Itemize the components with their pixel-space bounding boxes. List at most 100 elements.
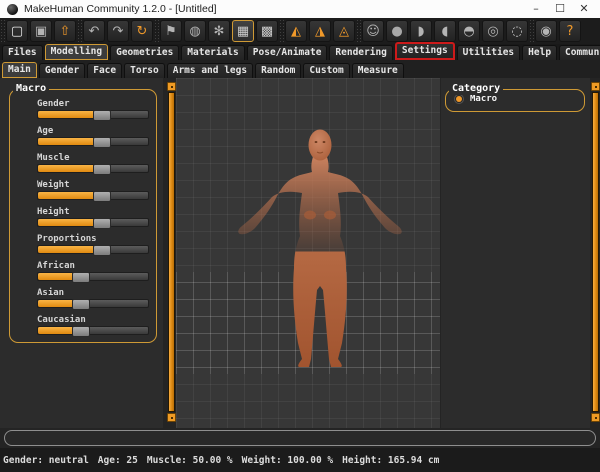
save-file-button[interactable]: ▣ xyxy=(30,20,52,42)
slider-track-height[interactable] xyxy=(37,218,149,227)
splitter-bottom-handle-icon[interactable] xyxy=(167,413,176,422)
selection-circle-icon: ◌ xyxy=(511,25,522,38)
slider-label: Height xyxy=(37,206,151,218)
splitter-top-handle-icon[interactable] xyxy=(591,82,600,91)
subtab-random[interactable]: Random xyxy=(255,63,301,78)
slider-handle[interactable] xyxy=(93,164,111,175)
tab-materials[interactable]: Materials xyxy=(181,45,244,60)
toggle-grid-button[interactable]: ▦ xyxy=(232,20,254,42)
tab-pose-animate[interactable]: Pose/Animate xyxy=(247,45,328,60)
tab-modelling[interactable]: Modelling xyxy=(45,44,108,60)
slider-handle[interactable] xyxy=(93,245,111,256)
reset-view-button[interactable]: ↻ xyxy=(131,20,153,42)
status-muscle: Muscle: 50.00 % xyxy=(147,455,233,466)
splitter-bottom-handle-icon[interactable] xyxy=(591,413,600,422)
background-button[interactable]: ▩ xyxy=(256,20,278,42)
subtab-main[interactable]: Main xyxy=(2,62,37,78)
slider-handle[interactable] xyxy=(93,137,111,148)
head-icon: ● xyxy=(391,25,402,38)
toolbar-separator xyxy=(529,19,534,43)
slider-track-caucasian[interactable] xyxy=(37,326,149,335)
radio-button-icon[interactable] xyxy=(454,94,464,104)
macro-panel: Macro GenderAgeMuscleWeightHeightProport… xyxy=(0,78,163,428)
splitter-bar[interactable] xyxy=(168,92,175,412)
view-back-button[interactable]: ● xyxy=(386,20,408,42)
tab-community[interactable]: Community xyxy=(559,45,600,60)
category-groupbox: Category Macro xyxy=(445,89,585,112)
slider-fill xyxy=(38,165,95,172)
left-panel-splitter[interactable] xyxy=(166,82,176,422)
maximize-button[interactable]: ☐ xyxy=(548,0,572,18)
document-icon: ▢ xyxy=(11,25,23,38)
tab-geometries[interactable]: Geometries xyxy=(110,45,179,60)
viewport-3d[interactable] xyxy=(176,78,440,428)
symmetry-left-icon: ◮ xyxy=(315,25,325,38)
view-both-eyes-button[interactable]: ◎ xyxy=(482,20,504,42)
human-model[interactable] xyxy=(176,78,440,428)
slider-track-african[interactable] xyxy=(37,272,149,281)
view-left-side-button[interactable]: ◖ xyxy=(434,20,456,42)
slider-track-gender[interactable] xyxy=(37,110,149,119)
slider-track-muscle[interactable] xyxy=(37,164,149,173)
slider-handle[interactable] xyxy=(72,299,90,310)
radio-selected-dot xyxy=(456,96,462,102)
splitter-bar[interactable] xyxy=(592,92,599,412)
orbit-view-button[interactable]: ◌ xyxy=(506,20,528,42)
slider-handle[interactable] xyxy=(93,191,111,202)
tab-rendering[interactable]: Rendering xyxy=(329,45,392,60)
right-panel-splitter[interactable] xyxy=(590,82,600,422)
category-panel: Category Macro xyxy=(441,78,590,428)
view-right-side-button[interactable]: ◗ xyxy=(410,20,432,42)
slider-label: Weight xyxy=(37,179,151,191)
view-front-button[interactable]: ☺ xyxy=(362,20,384,42)
symmetry-right-button[interactable]: ◭ xyxy=(285,20,307,42)
subtab-gender[interactable]: Gender xyxy=(39,63,85,78)
grab-screen-button[interactable]: ◉ xyxy=(535,20,557,42)
export-button[interactable]: ⇧ xyxy=(54,20,76,42)
symmetry-both-button[interactable]: ◬ xyxy=(333,20,355,42)
wireframe-button[interactable]: ◍ xyxy=(184,20,206,42)
redo-button[interactable]: ↷ xyxy=(107,20,129,42)
toolbar-separator xyxy=(0,19,5,43)
slider-handle[interactable] xyxy=(93,110,111,121)
smooth-shading-button[interactable]: ⚑ xyxy=(160,20,182,42)
slider-handle[interactable] xyxy=(72,326,90,337)
subtab-face[interactable]: Face xyxy=(87,63,122,78)
slider-fill xyxy=(38,300,74,307)
slider-track-weight[interactable] xyxy=(37,191,149,200)
view-top-button[interactable]: ◓ xyxy=(458,20,480,42)
minimize-button[interactable]: – xyxy=(524,0,548,18)
undo-button[interactable]: ↶ xyxy=(83,20,105,42)
splitter-top-handle-icon[interactable] xyxy=(167,82,176,91)
show-skeleton-button[interactable]: ✻ xyxy=(208,20,230,42)
symmetry-left-button[interactable]: ◮ xyxy=(309,20,331,42)
help-button[interactable]: ? xyxy=(559,20,581,42)
toolbar-separator xyxy=(279,19,284,43)
slider-muscle: Muscle xyxy=(37,152,151,173)
head-right-icon: ◗ xyxy=(418,25,425,38)
slider-fill xyxy=(38,192,95,199)
slider-track-proportions[interactable] xyxy=(37,245,149,254)
progress-bar xyxy=(4,430,596,446)
subtab-torso[interactable]: Torso xyxy=(124,63,165,78)
question-mark-icon: ? xyxy=(567,25,574,38)
toolbar-separator xyxy=(154,19,159,43)
slider-track-asian[interactable] xyxy=(37,299,149,308)
new-file-button[interactable]: ▢ xyxy=(6,20,28,42)
redo-arrow-icon: ↷ xyxy=(113,25,124,38)
slider-track-age[interactable] xyxy=(37,137,149,146)
tab-help[interactable]: Help xyxy=(522,45,557,60)
double-oval-icon: ◎ xyxy=(487,25,498,38)
slider-handle[interactable] xyxy=(72,272,90,283)
slider-handle[interactable] xyxy=(93,218,111,229)
tab-settings[interactable]: Settings xyxy=(395,42,455,60)
subtab-arms-and-legs[interactable]: Arms and legs xyxy=(167,63,253,78)
slider-proportions: Proportions xyxy=(37,233,151,254)
subtab-custom[interactable]: Custom xyxy=(303,63,349,78)
macro-groupbox: Macro GenderAgeMuscleWeightHeightProport… xyxy=(9,89,157,343)
pose-figure-icon: ✻ xyxy=(214,25,225,38)
tab-utilities[interactable]: Utilities xyxy=(457,45,520,60)
subtab-measure[interactable]: Measure xyxy=(352,63,404,78)
close-button[interactable]: ✕ xyxy=(572,0,596,18)
tab-files[interactable]: Files xyxy=(2,45,43,60)
